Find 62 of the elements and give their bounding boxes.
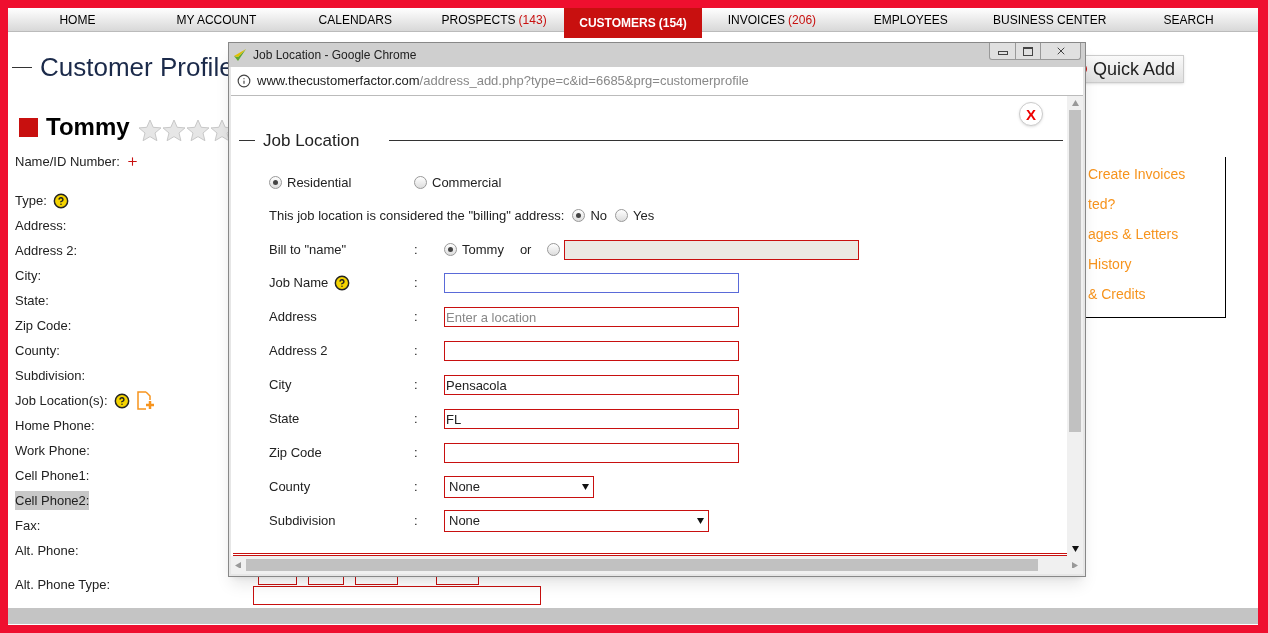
radio-label: Residential: [287, 173, 352, 192]
colon: :: [414, 308, 419, 327]
nav-tab[interactable]: EMPLOYEES: [841, 8, 981, 31]
nav-tab[interactable]: INVOICES (206): [702, 8, 842, 31]
close-button[interactable]: X: [1019, 102, 1043, 126]
billing-question: This job location is considered the "billing" address:: [269, 206, 565, 225]
colon: :: [414, 274, 419, 293]
radio-label: Tommy: [462, 240, 504, 259]
radio-label: No: [590, 206, 607, 225]
nav-tab[interactable]: SEARCH: [1119, 8, 1258, 31]
nav-tab[interactable]: BUSINESS CENTER: [980, 8, 1120, 31]
radio-label: Yes: [633, 206, 655, 225]
field-label: Cell Phone1:: [15, 466, 90, 485]
window-title: Job Location - Google Chrome: [253, 47, 418, 64]
field-label: Fax:: [15, 516, 41, 535]
field-label: Subdivision:: [15, 366, 86, 385]
field-label: Name/ID Number:: [15, 152, 120, 171]
nav-tab[interactable]: MY ACCOUNT: [146, 8, 286, 31]
field-label: Home Phone:: [15, 416, 95, 435]
section-heading: Job Location: [263, 130, 360, 152]
input-field[interactable]: Pensacola: [444, 375, 739, 395]
field-label: State:: [15, 291, 49, 310]
colon: :: [414, 512, 419, 531]
colon: :: [414, 376, 419, 395]
field-label: Address: [269, 308, 317, 327]
field-label: Type:: [15, 191, 47, 210]
url-text: www.thecustomerfactor.com/address_add.php?type=c&id=6685&prg=customerprofile: [257, 72, 749, 91]
address-bar[interactable]: www.thecustomerfactor.com/address_add.php?type=c&id=6685&prg=customerprofile: [231, 67, 1083, 96]
field-label: Job Name: [269, 274, 329, 293]
or-text: or: [519, 240, 532, 259]
field-label: Address:: [15, 216, 67, 235]
colon: :: [414, 410, 419, 429]
field-label: Address 2: [269, 342, 328, 361]
input-field[interactable]: Enter a location: [444, 307, 739, 327]
field-label: State: [269, 410, 300, 429]
field-label: Work Phone:: [15, 441, 90, 460]
field-label: Cell Phone2:: [15, 490, 90, 511]
colon: :: [414, 444, 419, 463]
nav-tab[interactable]: CUSTOMERS (154): [563, 8, 703, 38]
field-label: Zip Code: [269, 444, 322, 463]
field-label: Zip Code:: [15, 316, 72, 335]
nav-tab[interactable]: PROSPECTS (143): [424, 8, 564, 31]
field-label: Subdivision: [269, 512, 336, 531]
nav-tab[interactable]: CALENDARS: [285, 8, 425, 31]
customer-name: Tommy: [46, 112, 130, 142]
field-label: County:: [15, 341, 60, 360]
field-label: Alt. Phone:: [15, 541, 79, 560]
radio-label: Commercial: [432, 173, 502, 192]
input-field[interactable]: FL: [444, 409, 739, 429]
field-label: Alt. Phone Type:: [15, 575, 111, 594]
nav-tab[interactable]: HOME: [8, 8, 147, 31]
select-dropdown[interactable]: None: [444, 510, 709, 532]
field-label: Job Location(s):: [15, 391, 108, 410]
field-label: City: [269, 376, 292, 395]
field-label: County: [269, 478, 311, 497]
colon: :: [414, 342, 419, 361]
field-label: City:: [15, 266, 41, 285]
field-label: Address 2:: [15, 241, 78, 260]
field-label: Bill to "name": [269, 240, 348, 259]
colon: :: [414, 478, 419, 497]
colon: :: [414, 240, 419, 259]
select-dropdown[interactable]: None: [444, 476, 594, 498]
